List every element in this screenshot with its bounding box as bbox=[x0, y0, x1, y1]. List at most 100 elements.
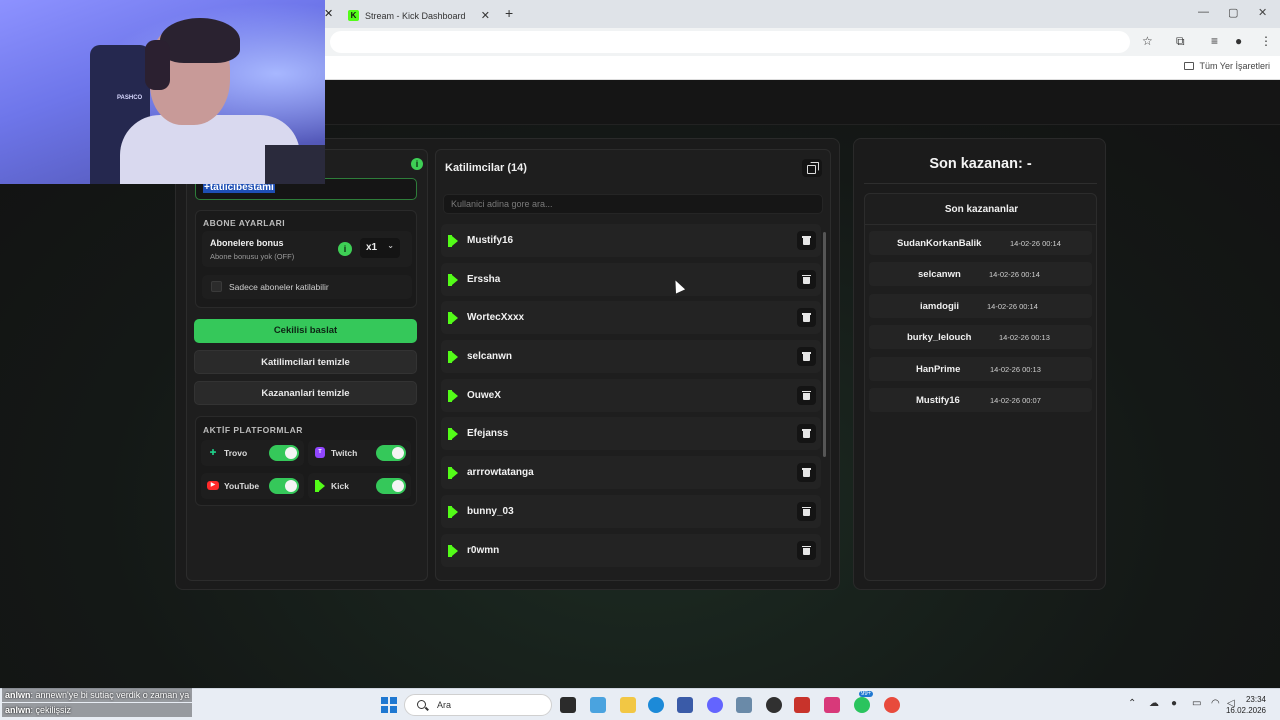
kick-icon bbox=[448, 505, 459, 518]
discord-icon[interactable] bbox=[707, 697, 723, 713]
participant-row: bunny_03 bbox=[441, 494, 821, 528]
taskbar-search[interactable]: Ara bbox=[404, 694, 552, 716]
clock-date: 16.02.2026 bbox=[1225, 706, 1266, 715]
participant-row: Efejanss bbox=[441, 417, 821, 451]
divider bbox=[865, 224, 1096, 225]
kick-icon bbox=[448, 273, 459, 286]
task-view-icon[interactable] bbox=[560, 697, 576, 713]
wifi-icon[interactable]: ◠ bbox=[1211, 698, 1220, 709]
chat-text: : annewn'ye bi sutiaç verdik o zaman ya bbox=[30, 690, 190, 700]
minimize-icon[interactable]: — bbox=[1198, 6, 1209, 18]
subscriber-settings-title: ABONE AYARLARI bbox=[203, 218, 286, 228]
subscribers-only-row[interactable]: Sadece aboneler katilabilir bbox=[202, 275, 412, 299]
winner-time: 14-02-26 00:13 bbox=[999, 333, 1050, 343]
kick-icon bbox=[448, 428, 459, 441]
obs-icon[interactable] bbox=[766, 697, 782, 713]
trovo-toggle[interactable] bbox=[269, 445, 299, 461]
kick-icon bbox=[448, 544, 459, 557]
trash-icon[interactable] bbox=[797, 269, 816, 289]
trash-icon[interactable] bbox=[797, 424, 816, 444]
twitch-toggle[interactable] bbox=[376, 445, 406, 461]
window-close-icon[interactable]: ✕ bbox=[1258, 6, 1267, 19]
previous-tab-close-icon[interactable]: ✕ bbox=[324, 7, 333, 20]
streaming-app-icon[interactable] bbox=[794, 697, 810, 713]
trash-icon[interactable] bbox=[797, 501, 816, 521]
subscriber-settings: ABONE AYARLARI Abonelere bonus Abone bon… bbox=[195, 210, 417, 308]
copy-icon[interactable] bbox=[802, 159, 822, 177]
youtube-toggle[interactable] bbox=[269, 478, 299, 494]
participant-search-input[interactable] bbox=[443, 194, 823, 214]
trash-icon[interactable] bbox=[797, 385, 816, 405]
participant-name: arrrowtatanga bbox=[467, 467, 534, 479]
bookmark-star-icon[interactable]: ☆ bbox=[1142, 34, 1153, 48]
participant-row: Mustify16 bbox=[441, 224, 821, 257]
recent-winners-panel: Son kazananlar SudanKorkanBalik 14-02-26 … bbox=[864, 193, 1097, 581]
participant-scrollbar[interactable] bbox=[823, 224, 826, 579]
profile-avatar-icon[interactable]: ● bbox=[1235, 34, 1242, 48]
winner-row: iamdogii 14-02-26 00:14 bbox=[869, 293, 1092, 318]
edge-icon[interactable] bbox=[648, 697, 664, 713]
store-icon[interactable] bbox=[677, 697, 693, 713]
search-icon bbox=[417, 700, 426, 709]
winner-row: selcanwn 14-02-26 00:14 bbox=[869, 262, 1092, 287]
participant-name: WortecXxxx bbox=[467, 312, 525, 324]
trash-icon[interactable] bbox=[797, 540, 816, 560]
url-input[interactable] bbox=[330, 31, 1130, 53]
webcam-overlay: PASHCO bbox=[0, 0, 325, 184]
trash-icon[interactable] bbox=[797, 463, 816, 483]
start-giveaway-button[interactable]: Cekilisi baslat bbox=[194, 319, 417, 343]
divider bbox=[864, 183, 1097, 184]
all-bookmarks-button[interactable]: Tüm Yer İşaretleri bbox=[1184, 61, 1270, 71]
cloud-icon[interactable]: ☁ bbox=[1149, 698, 1159, 709]
subscriber-multiplier-select[interactable]: x1 ⌄ bbox=[360, 238, 400, 258]
participant-name: OuweX bbox=[467, 389, 501, 401]
trash-icon[interactable] bbox=[797, 231, 816, 250]
trovo-icon: ✚ bbox=[209, 448, 217, 457]
trash-icon[interactable] bbox=[797, 308, 816, 328]
chat-message: anlwn: annewn'ye bi sutiaç verdik o zama… bbox=[2, 688, 193, 702]
trash-icon[interactable] bbox=[797, 347, 816, 367]
clear-participants-button[interactable]: Katilimcilari temizle bbox=[194, 350, 417, 374]
microphone-icon[interactable]: ● bbox=[1171, 698, 1177, 709]
winner-row: SudanKorkanBalik 14-02-26 00:14 bbox=[869, 231, 1092, 255]
tray-chevron-up-icon[interactable]: ⌃ bbox=[1128, 698, 1136, 709]
kick-toggle[interactable] bbox=[376, 478, 406, 494]
kick-icon bbox=[448, 351, 459, 364]
windows-start-icon[interactable] bbox=[381, 697, 397, 713]
extensions-icon[interactable]: ⧉ bbox=[1176, 34, 1185, 49]
file-explorer-icon[interactable] bbox=[620, 697, 636, 713]
kick-icon bbox=[448, 235, 459, 247]
new-tab-icon[interactable]: + bbox=[505, 5, 513, 21]
display-icon[interactable]: ▭ bbox=[1192, 698, 1201, 709]
platform-label: YouTube bbox=[224, 481, 260, 491]
participant-name: Efejanss bbox=[467, 428, 509, 440]
tab-close-icon[interactable]: ✕ bbox=[481, 9, 490, 22]
background-shelf bbox=[265, 145, 325, 184]
subscribers-only-checkbox[interactable] bbox=[211, 281, 222, 292]
chrome-icon[interactable] bbox=[884, 697, 900, 713]
clear-winners-button[interactable]: Kazananlari temizle bbox=[194, 381, 417, 405]
participant-list: Mustify16 Erssha WortecXxxx selcanwn OuweX Ef… bbox=[441, 224, 821, 579]
kick-icon bbox=[448, 389, 459, 402]
tab-kick-dashboard[interactable]: K Stream - Kick Dashboard ✕ bbox=[338, 3, 500, 28]
instagram-icon[interactable] bbox=[824, 697, 840, 713]
maximize-icon[interactable]: ▢ bbox=[1228, 6, 1238, 19]
participant-name: Erssha bbox=[467, 273, 501, 285]
media-controls-icon[interactable]: ≡ bbox=[1211, 34, 1218, 48]
participant-row: arrrowtatanga bbox=[441, 456, 821, 490]
settings-gear-icon[interactable] bbox=[736, 697, 752, 713]
tray-clock[interactable]: 23:34 16.02.2026 bbox=[1226, 694, 1266, 716]
participant-name: bunny_03 bbox=[467, 505, 514, 517]
winner-time: 14-02-26 00:13 bbox=[990, 364, 1041, 374]
browser-menu-icon[interactable]: ⋮ bbox=[1260, 34, 1272, 48]
participant-row: r0wmn bbox=[441, 533, 821, 567]
settings-panel: i +tatlicibestami ABONE AYARLARI Abonele… bbox=[186, 149, 428, 581]
whatsapp-icon[interactable] bbox=[854, 697, 870, 713]
winner-name: selcanwn bbox=[918, 269, 961, 281]
winner-name: iamdogii bbox=[920, 300, 960, 312]
subscriber-bonus-label: Abonelere bonus bbox=[210, 238, 284, 248]
winner-time: 14-02-26 00:14 bbox=[987, 301, 1038, 311]
scrollbar-thumb[interactable] bbox=[823, 232, 826, 457]
copilot-icon[interactable] bbox=[590, 697, 606, 713]
subscriber-bonus-info-icon[interactable]: i bbox=[338, 242, 352, 256]
